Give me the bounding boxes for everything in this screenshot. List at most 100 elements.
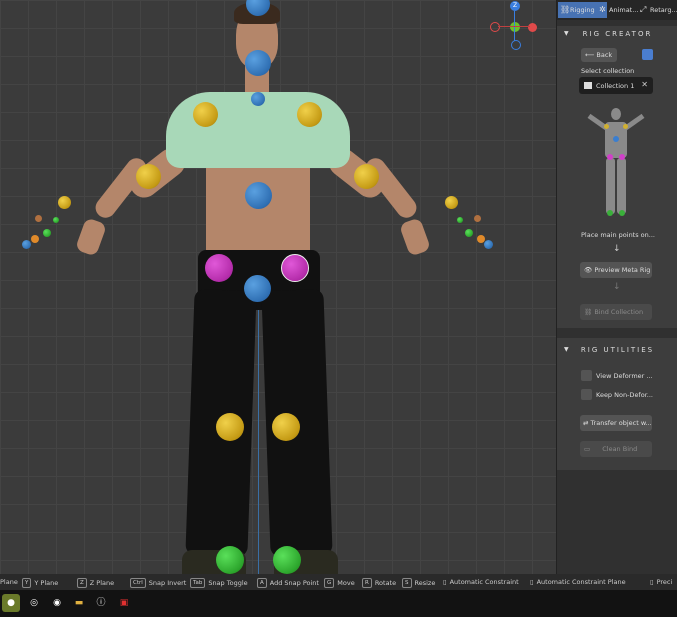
view-deformer-checkbox[interactable] — [581, 370, 592, 381]
status-key: Y — [22, 578, 32, 588]
left-finger-control[interactable] — [43, 229, 51, 237]
preview-ankle-point — [619, 210, 625, 216]
left-finger-control[interactable] — [31, 235, 39, 243]
status-item-precision: ▯ Preci — [650, 578, 672, 586]
right-finger-control[interactable] — [474, 215, 481, 222]
save-icon[interactable] — [642, 49, 653, 60]
status-item-move: G Move — [324, 578, 355, 588]
transfer-icon: ⇄ — [583, 419, 589, 427]
status-key: S — [402, 578, 412, 588]
taskbar: ● ◎ ◉ ▬ ⓘ ▣ — [0, 590, 677, 617]
right-ankle-control[interactable] — [273, 546, 301, 574]
status-item-z-plane: ZZ Plane — [77, 578, 114, 588]
mouse-icon: ▯ — [650, 578, 654, 586]
collection-selector[interactable]: Collection 1 ✕ — [579, 77, 653, 94]
right-finger-control[interactable] — [457, 217, 463, 223]
right-wrist-control[interactable] — [445, 196, 458, 209]
status-item-automatic-constraint-plane: ▯ Automatic Constraint Plane — [530, 578, 626, 586]
pelvis-control[interactable] — [244, 275, 271, 302]
left-finger-control[interactable] — [22, 240, 31, 249]
adobe-icon[interactable]: ▣ — [115, 594, 133, 612]
z-axis-handle[interactable]: Z — [510, 1, 520, 11]
info-icon[interactable]: ⓘ — [92, 594, 110, 612]
status-label: Automatic Constraint — [449, 578, 519, 586]
right-finger-control[interactable] — [484, 240, 493, 249]
eye-icon: 👁 — [584, 266, 593, 274]
status-key: Tab — [190, 578, 206, 588]
gizmo-x-line — [498, 26, 530, 27]
preview-right-leg — [617, 158, 626, 214]
retarget-icon: ⤢ — [640, 5, 647, 14]
left-wrist-control[interactable] — [58, 196, 71, 209]
keep-non-deformer-label: Keep Non-Defor... — [596, 391, 653, 399]
bind-collection-button[interactable]: ⛓ Bind Collection — [580, 304, 652, 320]
down-arrow-icon: ↓ — [613, 282, 621, 292]
rig-creator-header[interactable]: ▼ RIG CREATOR — [557, 28, 677, 44]
preview-meta-rig-button[interactable]: 👁 Preview Meta Rig — [580, 262, 652, 278]
status-key: G — [324, 578, 335, 588]
mouse-icon: ▯ — [530, 578, 534, 586]
left-hand — [74, 217, 108, 257]
left-finger-control[interactable] — [35, 215, 42, 222]
animation-icon: ✲ — [599, 5, 606, 14]
3d-viewport[interactable]: Z — [0, 0, 556, 574]
status-key: R — [362, 578, 372, 588]
status-item-automatic-constraint: ▯ Automatic Constraint — [443, 578, 519, 586]
z-axis-line — [258, 290, 259, 574]
files-icon[interactable]: ▬ — [70, 594, 88, 612]
left-shoulder-control[interactable] — [193, 102, 218, 127]
clear-collection-icon[interactable]: ✕ — [641, 80, 648, 89]
blender-icon[interactable]: ● — [2, 594, 20, 612]
status-label: Plane — [0, 578, 18, 586]
keep-non-deformer-checkbox[interactable] — [581, 389, 592, 400]
back-button[interactable]: ⟵ Back — [581, 48, 617, 62]
bind-collection-label: Bind Collection — [594, 308, 644, 316]
right-finger-control[interactable] — [465, 229, 473, 237]
x-axis-positive-handle[interactable] — [528, 23, 537, 32]
preview-head — [611, 108, 621, 120]
left-knee-control[interactable] — [216, 413, 244, 441]
tab-retarget[interactable]: ⤢ Retarg... — [638, 2, 677, 18]
select-collection-label: Select collection — [581, 67, 635, 75]
spine-control[interactable] — [245, 182, 272, 209]
neck-control[interactable] — [251, 92, 265, 106]
view-deformer-label: View Deformer ... — [596, 372, 653, 380]
status-key: A — [257, 578, 267, 588]
rig-preview-image — [579, 106, 653, 222]
y-axis-handle[interactable] — [510, 22, 520, 32]
navigation-gizmo[interactable]: Z — [488, 0, 544, 54]
chrome-icon[interactable]: ◉ — [48, 594, 66, 612]
rig-utilities-section: ▼ RIG UTILITIES View Deformer ... Keep N… — [557, 338, 677, 470]
status-key: Ctrl — [130, 578, 146, 588]
obs-icon[interactable]: ◎ — [25, 594, 43, 612]
left-elbow-control[interactable] — [136, 164, 161, 189]
status-item-x-plane: Plane — [0, 578, 18, 586]
left-finger-control[interactable] — [53, 217, 59, 223]
status-label: Resize — [414, 579, 436, 587]
down-arrow-icon: ↓ — [613, 244, 621, 254]
right-shoulder-control[interactable] — [297, 102, 322, 127]
preview-hip-point — [619, 154, 625, 160]
rig-utilities-header[interactable]: ▼ RIG UTILITIES — [557, 344, 677, 360]
right-hip-control[interactable] — [281, 254, 309, 282]
rigging-icon: ⛓ — [560, 5, 571, 14]
tab-animation-label: Animat... — [609, 6, 639, 14]
sidebar-panel: ⛓ Rigging ✲ Animat... ⤢ Retarg... ▼ RIG CRE… — [556, 0, 677, 574]
status-item-resize: S Resize — [402, 578, 435, 588]
mouse-icon: ▯ — [443, 578, 447, 586]
status-label: Preci — [656, 578, 673, 586]
transfer-object-button[interactable]: ⇄ Transfer object w... — [580, 415, 652, 431]
left-ankle-control[interactable] — [216, 546, 244, 574]
preview-spine-point — [613, 136, 619, 142]
z-axis-negative-handle[interactable] — [511, 40, 521, 50]
tab-rigging-label: Rigging — [570, 6, 595, 14]
head-control[interactable] — [245, 50, 271, 76]
right-knee-control[interactable] — [272, 413, 300, 441]
left-hip-control[interactable] — [205, 254, 233, 282]
x-axis-handle[interactable] — [490, 22, 500, 32]
clean-bind-button[interactable]: ▭ Clean Bind — [580, 441, 652, 457]
rig-utilities-title: RIG UTILITIES — [580, 346, 655, 354]
right-elbow-control[interactable] — [354, 164, 379, 189]
collection-name: Collection 1 — [596, 82, 635, 90]
back-label: Back — [596, 51, 613, 59]
